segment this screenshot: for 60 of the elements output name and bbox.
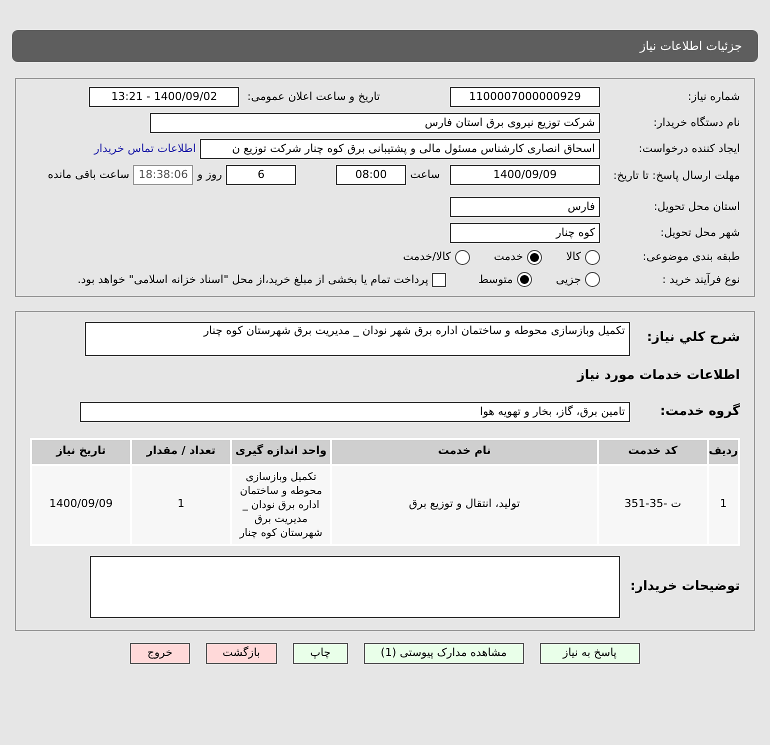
field-label: شماره نیاز:: [686, 88, 740, 105]
radio-button[interactable]: [527, 250, 542, 265]
action-button[interactable]: چاپ: [293, 642, 348, 664]
field-label: ایجاد کننده درخواست:: [638, 140, 740, 157]
field-label: نوع فرآیند خرید :: [661, 272, 740, 288]
field-label: ساعت: [410, 166, 440, 183]
column-header: کد خدمت: [598, 438, 708, 464]
table-cell: 1: [131, 464, 231, 544]
field-label: اطلاعات خدمات مورد نیاز: [577, 368, 740, 383]
column-header: نام خدمت: [331, 438, 598, 464]
countdown-field[interactable]: 18:38:06: [133, 165, 194, 185]
text-field[interactable]: 1400/09/02 - 13:21: [89, 87, 240, 107]
field-label: نام دستگاه خریدار:: [652, 114, 740, 131]
action-button[interactable]: مشاهده مدارک پیوستی (1): [364, 642, 524, 664]
field-label: طبقه بندی موضوعی:: [642, 249, 740, 265]
radio-label: متوسط: [478, 272, 513, 288]
radio-label: کالا/خدمت: [403, 249, 451, 265]
radio-label: جزیی: [556, 272, 581, 288]
text-field[interactable]: تامین برق، گاز، بخار و تهویه هوا: [80, 402, 630, 422]
exit-action-button[interactable]: خروج: [130, 642, 190, 664]
table-cell: تولید، انتقال و توزیع برق: [331, 464, 598, 544]
radio-button[interactable]: [585, 250, 600, 265]
text-field[interactable]: 1100007000000929: [450, 87, 600, 107]
field-label: ساعت باقی مانده: [48, 168, 130, 181]
exit-action-button[interactable]: بازگشت: [206, 642, 278, 664]
text-field[interactable]: فارس: [450, 197, 600, 217]
radio-label: کالا: [566, 249, 581, 265]
field-label: توضیحات خریدار:: [630, 578, 740, 594]
field-label: گروه خدمت:: [660, 404, 740, 419]
page-header: جزئیات اطلاعات نیاز: [12, 30, 758, 62]
radio-button[interactable]: [454, 250, 470, 265]
field-label: شرح کلي نياز:: [646, 330, 740, 345]
text-field[interactable]: کوه چنار: [450, 223, 600, 243]
table-cell: تکمیل وبازسازی محوطه و ساختمان اداره برق نودان _ مدیریت برق شهرستان کوه چنار: [231, 464, 331, 544]
description-field[interactable]: تکمیل وبازسازی محوطه و ساختمان اداره برق شهر نودان _ مدیریت برق شهرستان کوه چنار: [85, 322, 630, 356]
field-label: شهر محل تحویل:: [659, 224, 740, 241]
buyer-contact-link[interactable]: اطلاعات تماس خریدار: [94, 140, 196, 158]
text-field[interactable]: 1400/09/09: [450, 165, 600, 185]
field-label: مهلت ارسال پاسخ: تا تاریخ:: [612, 168, 740, 182]
checkbox[interactable]: [432, 272, 446, 287]
field-label: روز و: [197, 168, 222, 181]
radio-button[interactable]: [585, 272, 600, 288]
column-header: واحد اندازه گیری: [231, 438, 331, 464]
radio-label: خدمت: [494, 249, 524, 265]
text-field[interactable]: اسحاق انصاری کارشناس مسئول مالی و پشتیبانی برق کوه چنار شرکت توزیع ن: [200, 139, 600, 159]
table-cell: 1400/09/09: [31, 464, 131, 544]
table-cell: ت -35-351: [598, 464, 708, 544]
text-field[interactable]: شرکت توزیع نیروی برق استان فارس: [150, 113, 600, 133]
text-field[interactable]: 6: [226, 165, 296, 185]
notes-field[interactable]: [90, 556, 620, 618]
field-label: استان محل تحویل:: [652, 198, 740, 215]
column-header: تاریخ نیاز: [31, 438, 131, 464]
checkbox-label: پرداخت تمام یا بخشی از مبلغ خرید،از محل "اسناد خزانه اسلامی" خواهد بود.: [78, 272, 428, 288]
field-label: تاریخ و ساعت اعلان عمومی:: [247, 88, 380, 105]
table-cell: 1: [708, 464, 739, 544]
column-header: تعداد / مقدار: [131, 438, 231, 464]
text-field[interactable]: 08:00: [336, 165, 406, 185]
action-button[interactable]: پاسخ به نیاز: [540, 642, 640, 664]
column-header: ردیف: [708, 438, 739, 464]
radio-button[interactable]: [516, 272, 532, 288]
